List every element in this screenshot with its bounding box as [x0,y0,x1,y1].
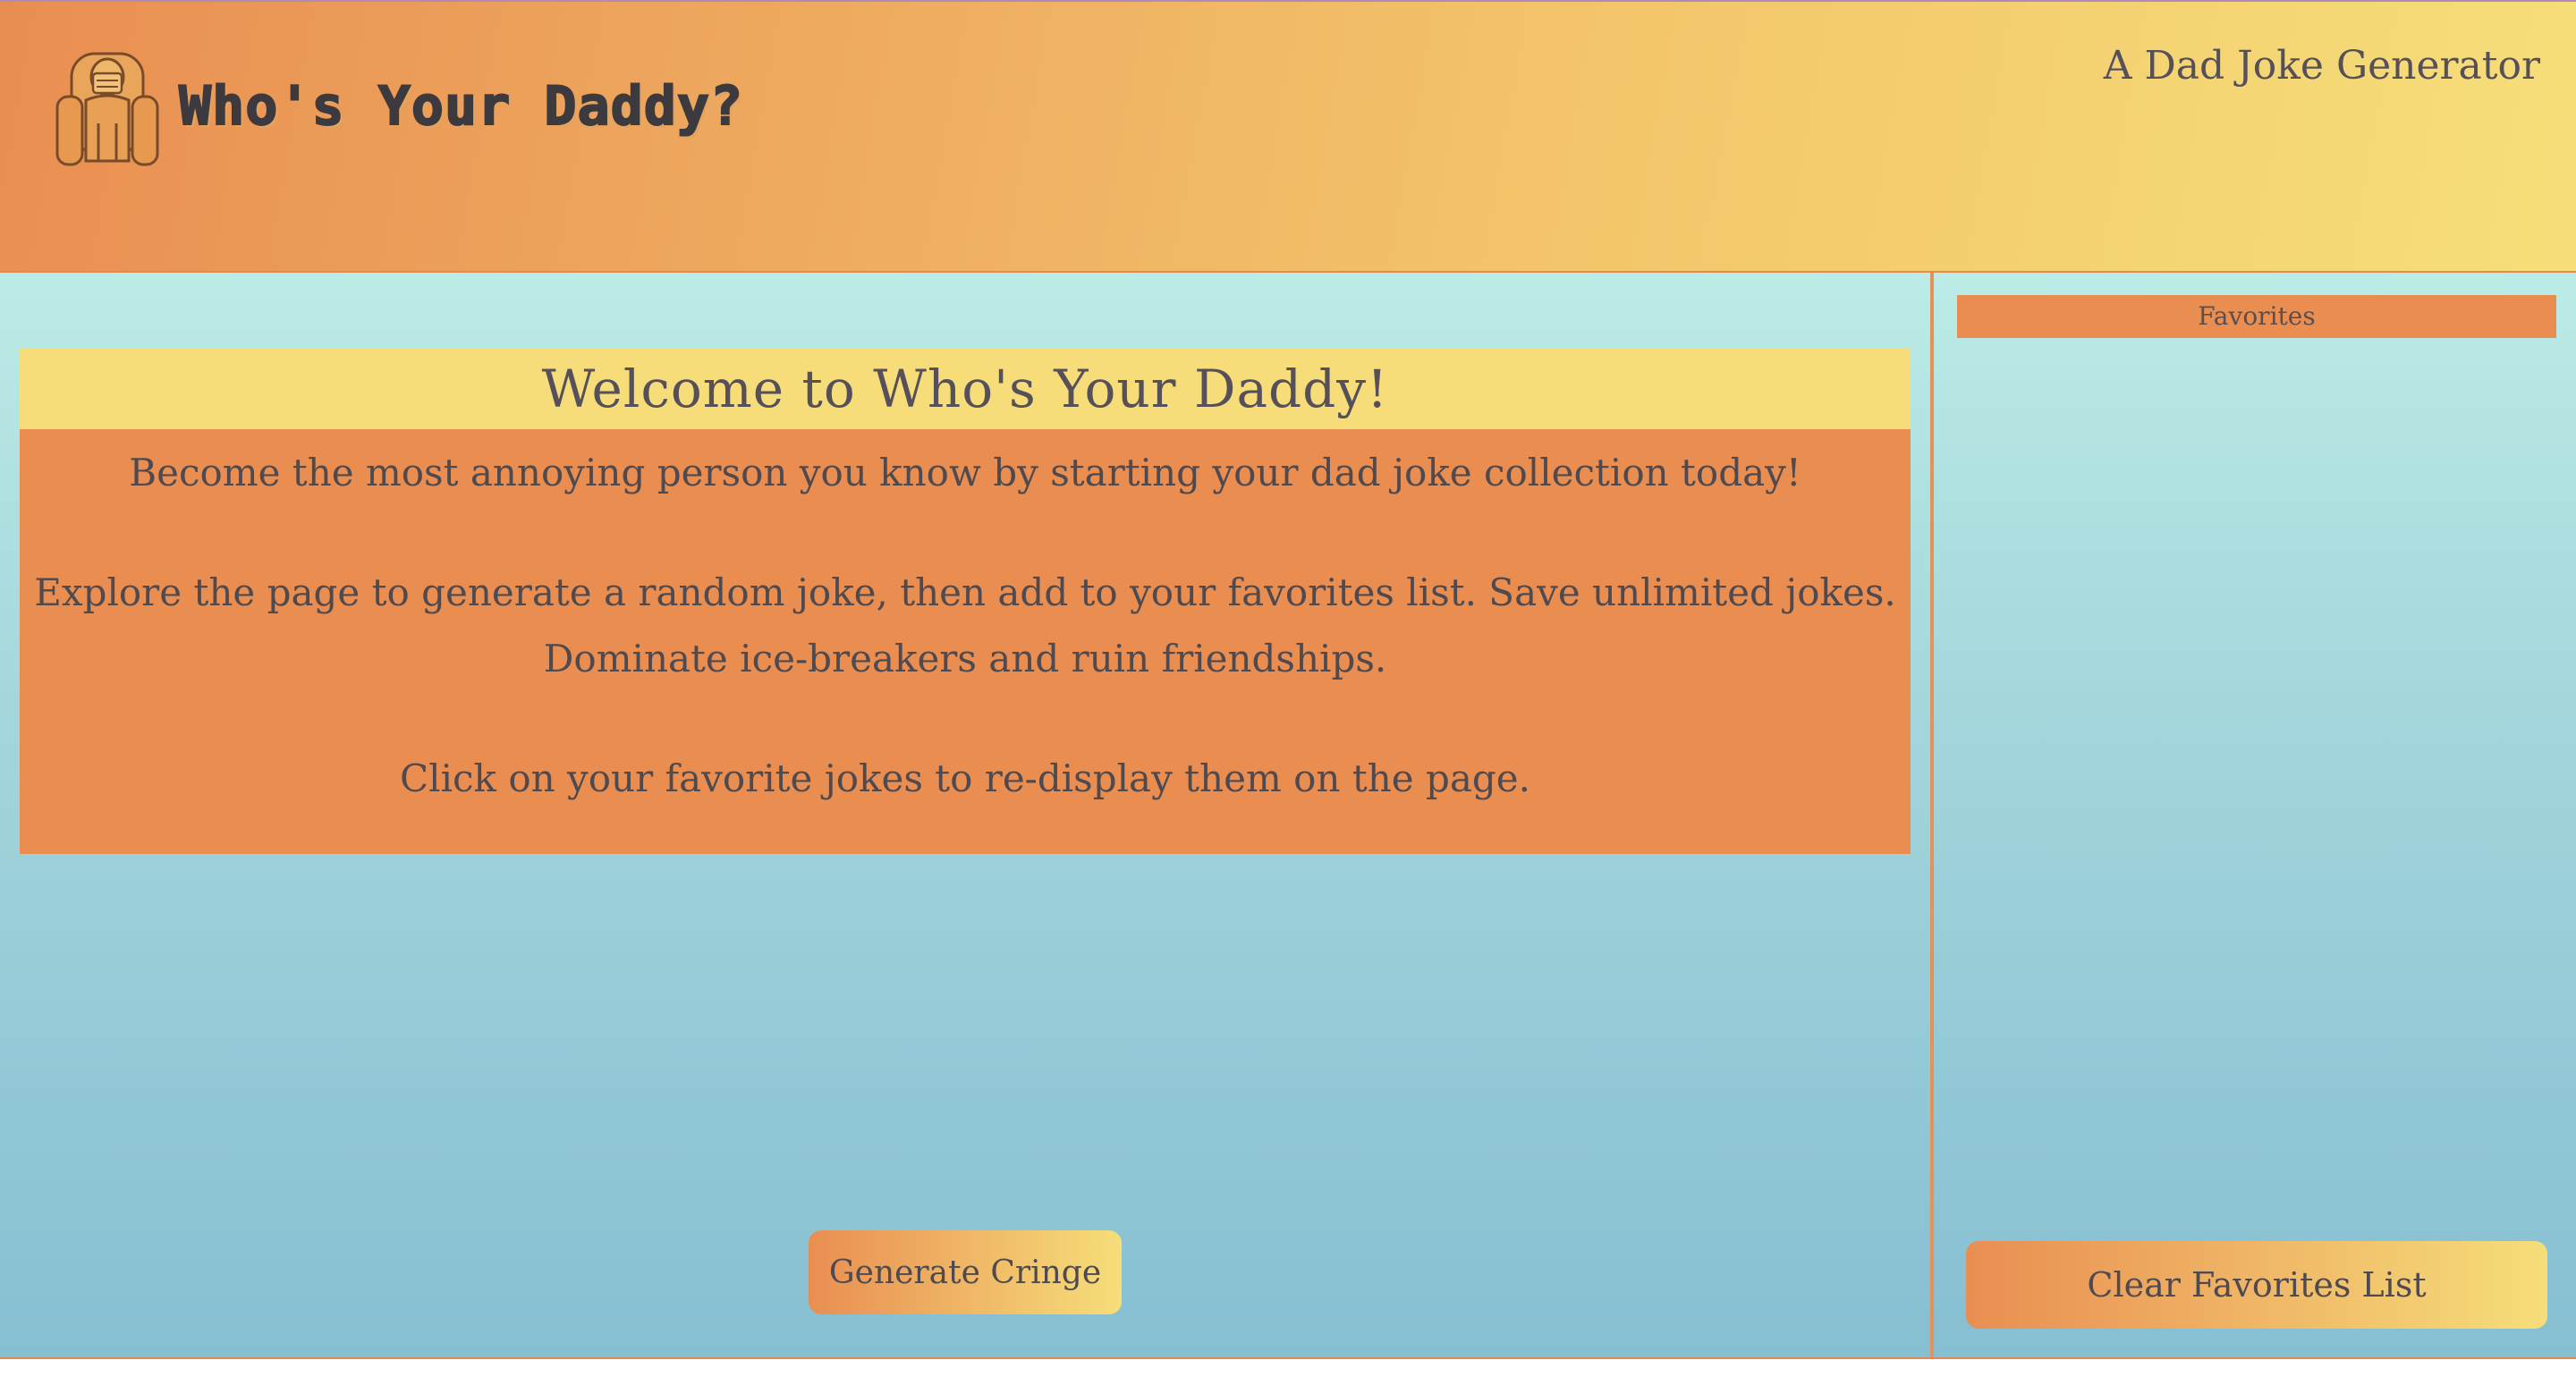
favorites-header: Favorites [1957,295,2556,338]
favorites-list[interactable] [1957,349,2556,1216]
welcome-tagline-text: Dominate ice-breakers and ruin friendshi… [543,637,1387,680]
armchair-dad-icon [52,46,163,172]
app-tagline: A Dad Joke Generator [2103,43,2540,89]
welcome-card: Welcome to Who's Your Daddy! Become the … [20,349,1911,854]
welcome-favorites-hint: Click on your favorite jokes to re-displ… [400,756,1530,800]
clear-favorites-button[interactable]: Clear Favorites List [1966,1241,2547,1329]
page: Who's Your Daddy? A Dad Joke Generator W… [0,0,2576,1377]
app-title: Who's Your Daddy? [178,74,744,139]
site-header: Who's Your Daddy? A Dad Joke Generator [0,0,2576,273]
welcome-intro-text: Become the most annoying person you know… [129,451,1801,494]
welcome-body: Become the most annoying person you know… [20,429,1911,854]
welcome-title: Welcome to Who's Your Daddy! [20,349,1911,429]
column-divider [1930,273,1934,1357]
welcome-instructions-text: Explore the page to generate a random jo… [34,570,1896,614]
generate-cringe-button[interactable]: Generate Cringe [809,1230,1122,1314]
